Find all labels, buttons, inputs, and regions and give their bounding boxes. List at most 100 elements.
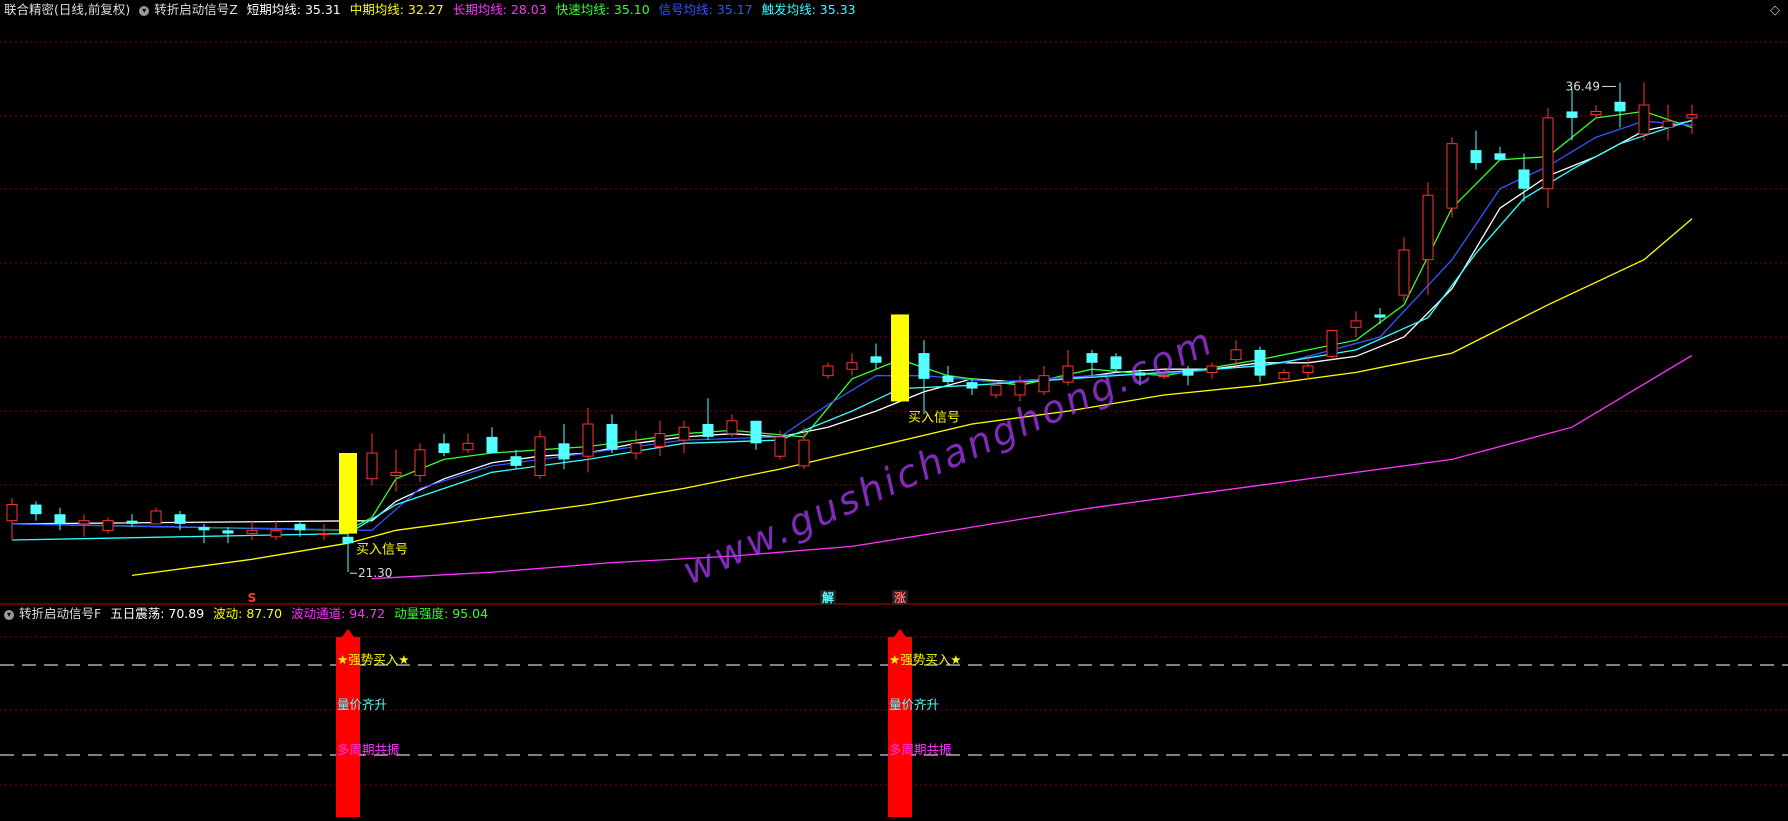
marker-0: S xyxy=(248,591,257,605)
candle-body-63 xyxy=(1518,169,1530,189)
candle-56 xyxy=(1350,311,1362,337)
signal-bar-0 xyxy=(339,453,357,534)
candle-18 xyxy=(438,433,450,457)
candle-17 xyxy=(414,443,426,482)
candle-50 xyxy=(1206,362,1218,379)
candle-body-3 xyxy=(78,520,90,525)
candle-64 xyxy=(1542,108,1554,209)
bottom-arrow-0 xyxy=(342,629,354,637)
candle-body-29 xyxy=(702,424,714,437)
candle-body-42 xyxy=(1014,381,1026,396)
candle-body-34 xyxy=(822,365,834,377)
candle-28 xyxy=(678,420,690,453)
candle-body-35 xyxy=(846,362,858,370)
candle-body-13 xyxy=(318,533,330,536)
candle-15 xyxy=(366,433,378,486)
max-price-label: 36.49 xyxy=(1566,79,1600,93)
candle-21 xyxy=(510,449,522,470)
candle-body-17 xyxy=(414,449,426,477)
candle-31 xyxy=(750,420,762,450)
candle-body-8 xyxy=(198,527,210,531)
bottom-text-1-1: 量价齐升 xyxy=(889,697,939,712)
candle-body-69 xyxy=(1662,120,1674,129)
candle-body-38 xyxy=(918,353,930,379)
candle-body-60 xyxy=(1446,143,1458,209)
candle-51 xyxy=(1230,340,1242,366)
candle-1 xyxy=(30,501,42,521)
bottom-arrow-1 xyxy=(894,629,906,637)
candle-body-27 xyxy=(654,433,666,448)
ma-line-0 xyxy=(11,120,1693,525)
candle-body-23 xyxy=(558,443,570,460)
candle-body-16 xyxy=(390,471,402,477)
candle-39 xyxy=(942,366,954,386)
min-price-label: 21.30 xyxy=(358,566,392,580)
candle-53 xyxy=(1278,369,1290,383)
candle-body-65 xyxy=(1566,111,1578,118)
candle-0 xyxy=(6,498,18,540)
candle-body-66 xyxy=(1590,110,1602,116)
candle-54 xyxy=(1302,356,1314,379)
bottom-indicator: ★强势买入★ 量价齐升多周期共振 ★强势买入★ 量价齐升多周期共振 xyxy=(336,629,961,817)
candle-body-19 xyxy=(462,442,474,451)
candle-body-51 xyxy=(1230,349,1242,361)
candle-body-21 xyxy=(510,456,522,466)
candle-body-10 xyxy=(246,529,258,535)
candle-65 xyxy=(1566,88,1578,141)
candle-68 xyxy=(1638,82,1650,141)
watermark: www.gushichanghong.com xyxy=(676,318,1221,593)
candle-body-14 xyxy=(342,536,354,544)
candle-body-15 xyxy=(366,452,378,480)
candle-13 xyxy=(318,523,330,540)
candle-30 xyxy=(726,414,738,437)
candle-38 xyxy=(918,340,930,415)
candle-11 xyxy=(270,520,282,540)
candle-10 xyxy=(246,520,258,540)
candle-body-22 xyxy=(534,436,546,477)
candle-body-45 xyxy=(1086,353,1098,363)
candle-40 xyxy=(966,378,978,395)
candle-25 xyxy=(606,414,618,453)
candle-59 xyxy=(1422,182,1434,296)
bottom-text-0-2: 多周期共振 xyxy=(337,742,400,757)
bottom-text-0-1: 量价齐升 xyxy=(337,697,387,712)
candle-67 xyxy=(1614,82,1626,128)
candle-62 xyxy=(1494,146,1506,160)
candle-body-32 xyxy=(774,436,786,457)
candle-body-70 xyxy=(1686,114,1698,119)
candle-body-59 xyxy=(1422,194,1434,261)
candle-2 xyxy=(54,507,66,531)
candle-22 xyxy=(534,430,546,479)
candle-61 xyxy=(1470,130,1482,170)
candle-body-20 xyxy=(486,436,498,453)
ma-line-4 xyxy=(11,120,1693,531)
candle-body-62 xyxy=(1494,153,1506,160)
candle-body-11 xyxy=(270,529,282,538)
bottom-text-1-0: ★强势买入★ xyxy=(889,652,961,667)
candle-body-0 xyxy=(6,504,18,522)
candle-60 xyxy=(1446,137,1458,218)
bottom-text-0-0: ★强势买入★ xyxy=(337,652,409,667)
candle-36 xyxy=(870,343,882,370)
candle-34 xyxy=(822,362,834,379)
candle-body-50 xyxy=(1206,365,1218,373)
ma-line-3 xyxy=(11,110,1693,531)
candle-body-52 xyxy=(1254,349,1266,376)
bottom-text-1-2: 多周期共振 xyxy=(889,742,952,757)
candle-body-53 xyxy=(1278,371,1290,380)
candle-58 xyxy=(1398,237,1410,302)
candle-body-67 xyxy=(1614,101,1626,112)
chart-labels: 36.49 21.30 S 解 涨 xyxy=(248,79,1616,605)
candle-26 xyxy=(630,430,642,460)
candle-body-9 xyxy=(222,530,234,534)
price-chart[interactable]: 买入信号买入信号 36.4921.30S 解涨 ★强势买入★量价齐升多周期共振★强… xyxy=(0,0,1788,821)
candle-body-31 xyxy=(750,420,762,444)
candle-body-25 xyxy=(606,424,618,450)
candle-body-41 xyxy=(990,384,1002,396)
candle-body-39 xyxy=(942,375,954,383)
candle-69 xyxy=(1662,105,1674,141)
candle-5 xyxy=(126,514,138,528)
marker-1: 解 xyxy=(822,590,834,605)
candle-14 xyxy=(342,530,354,573)
candle-body-58 xyxy=(1398,249,1410,296)
